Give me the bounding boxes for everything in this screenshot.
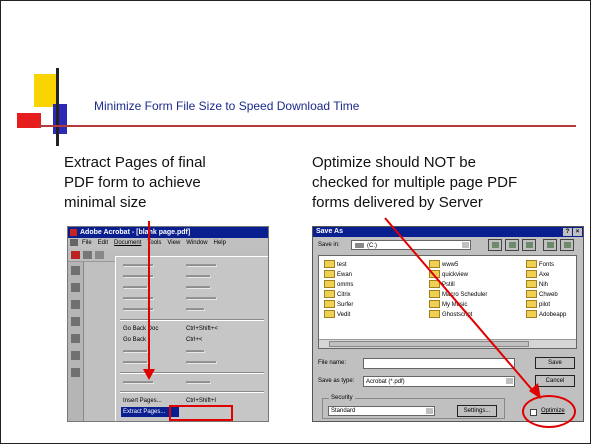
- optimize-arrow-line: [384, 217, 535, 393]
- extract-arrow-head: [143, 369, 155, 380]
- annotation-arrows: [143, 217, 541, 399]
- optimize-arrow-head: [529, 383, 541, 399]
